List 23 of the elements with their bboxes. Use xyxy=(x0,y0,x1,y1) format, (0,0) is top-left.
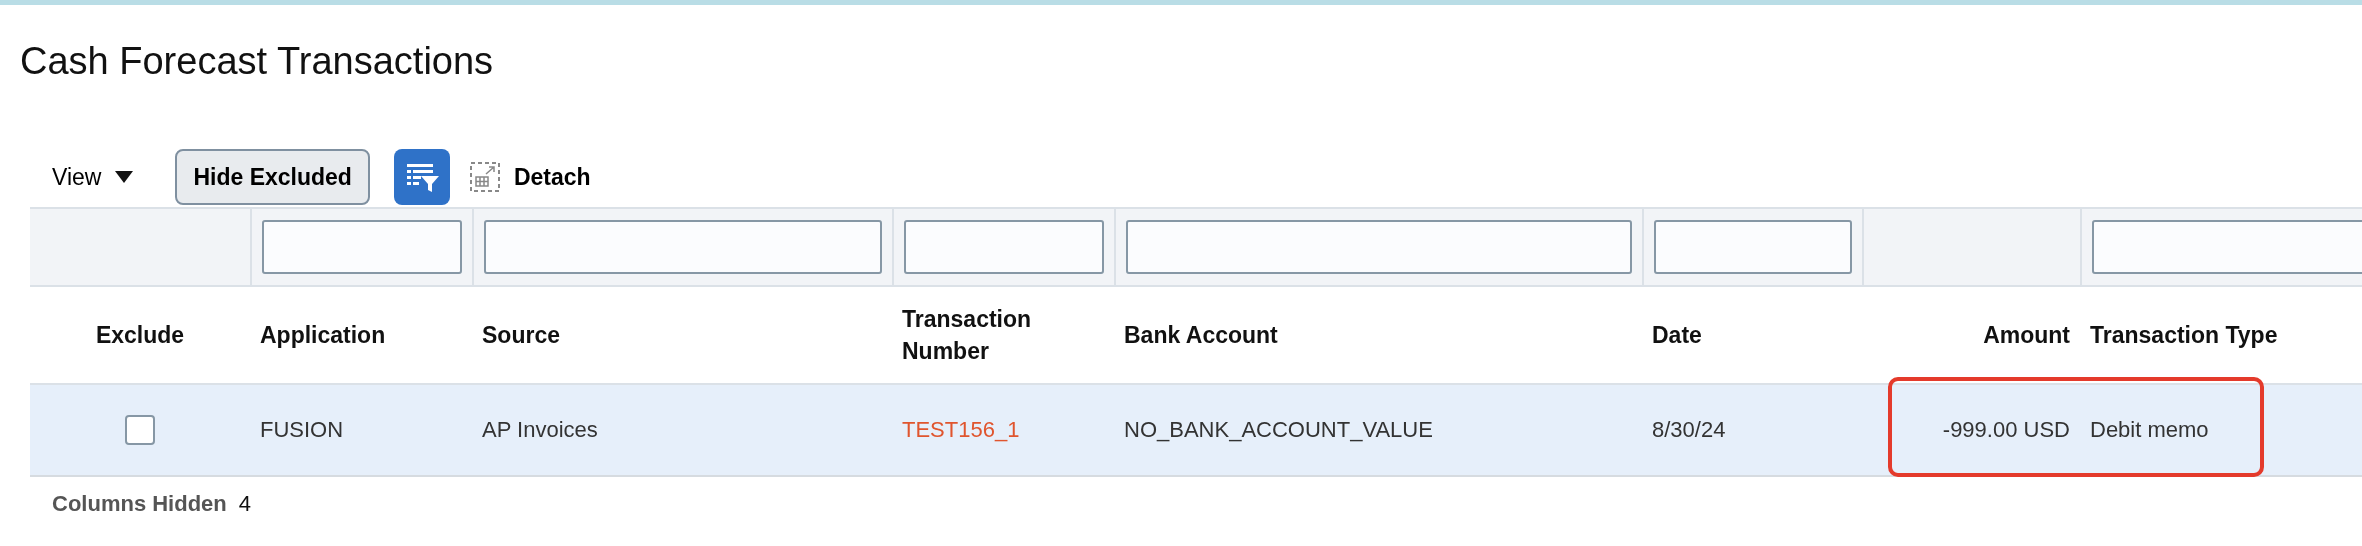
filter-field[interactable] xyxy=(262,220,462,274)
cell-text: AP Invoices xyxy=(482,417,598,443)
columns-hidden-label: Columns Hidden xyxy=(52,491,227,517)
columns-hidden-count: 4 xyxy=(238,491,252,517)
view-menu[interactable]: View xyxy=(52,163,134,191)
caret-icon xyxy=(115,171,134,183)
page-title: Cash Forecast Transactions xyxy=(20,39,495,83)
filter-field[interactable] xyxy=(1126,220,1632,274)
detach-icon xyxy=(469,162,500,192)
exclude-checkbox[interactable] xyxy=(125,415,155,445)
hide-excluded-button[interactable]: Hide Excluded xyxy=(175,149,370,205)
cell-text: NO_BANK_ACCOUNT_VALUE xyxy=(1124,417,1433,443)
filter-field[interactable] xyxy=(904,220,1104,274)
cell-text: -999.00 USD xyxy=(1942,417,2070,443)
detach-button[interactable]: Detach xyxy=(469,162,591,192)
filter-field[interactable] xyxy=(2092,220,2362,274)
query-by-example-button[interactable] xyxy=(393,149,450,205)
cell-text: Debit memo xyxy=(2090,417,2209,443)
filter-field[interactable] xyxy=(484,220,882,274)
filter-field[interactable] xyxy=(1654,220,1852,274)
cell-text: 8/30/24 xyxy=(1652,417,1726,443)
filter-icon xyxy=(404,161,439,193)
cell-text: FUSION xyxy=(260,417,344,443)
